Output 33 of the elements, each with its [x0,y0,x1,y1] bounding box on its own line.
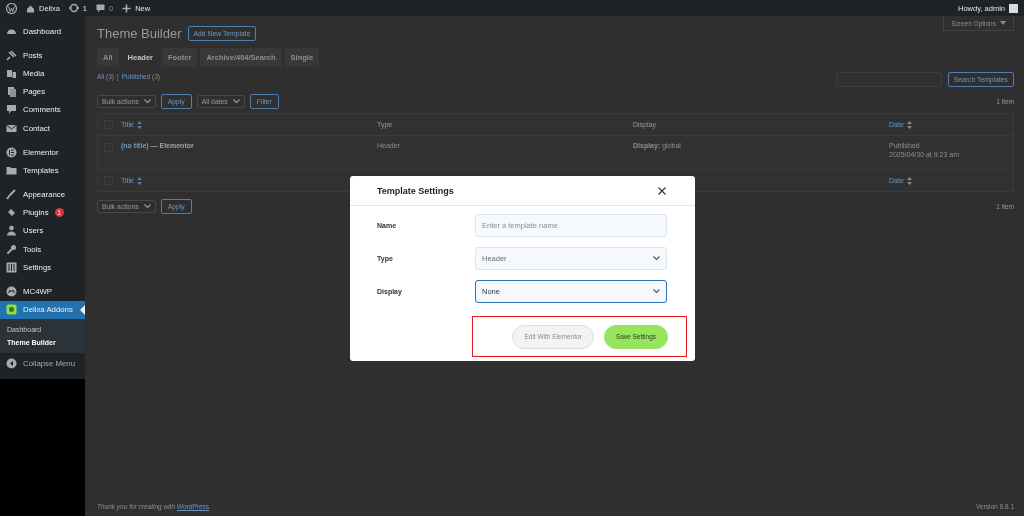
speech-bubble-icon [96,3,105,13]
brush-icon [6,189,17,201]
pages-icon [6,86,17,98]
chevron-icon [232,99,240,104]
cube-icon [6,304,17,316]
pointer-icon [80,304,85,315]
sliders-icon [6,261,17,273]
sort-icon [136,176,142,185]
chevron-icon [653,289,660,294]
sort-icon [906,176,912,185]
media-icon [6,67,17,79]
caret-icon [1000,21,1006,25]
chevron-icon [143,204,151,209]
collapse-icon [6,358,17,370]
circle-e-icon [6,146,17,158]
plus-icon [122,3,132,13]
folder-icon [6,164,17,176]
dialog-title: Template Settings [377,185,454,196]
wrench-icon [6,243,17,255]
chevron-icon [143,99,151,104]
envelope-icon [6,122,17,134]
house-icon [26,3,35,13]
person-icon [6,225,17,237]
refresh-icon [68,3,79,13]
close-button[interactable] [656,184,668,197]
logo-icon [6,2,17,14]
chevron-icon [653,256,660,261]
close-icon [658,186,666,195]
sort-icon [136,120,142,129]
sort-icon [906,120,912,129]
avatar-icon [1009,3,1018,13]
speech-bubble-icon [6,104,17,116]
page-title: Theme Builder [97,26,182,41]
